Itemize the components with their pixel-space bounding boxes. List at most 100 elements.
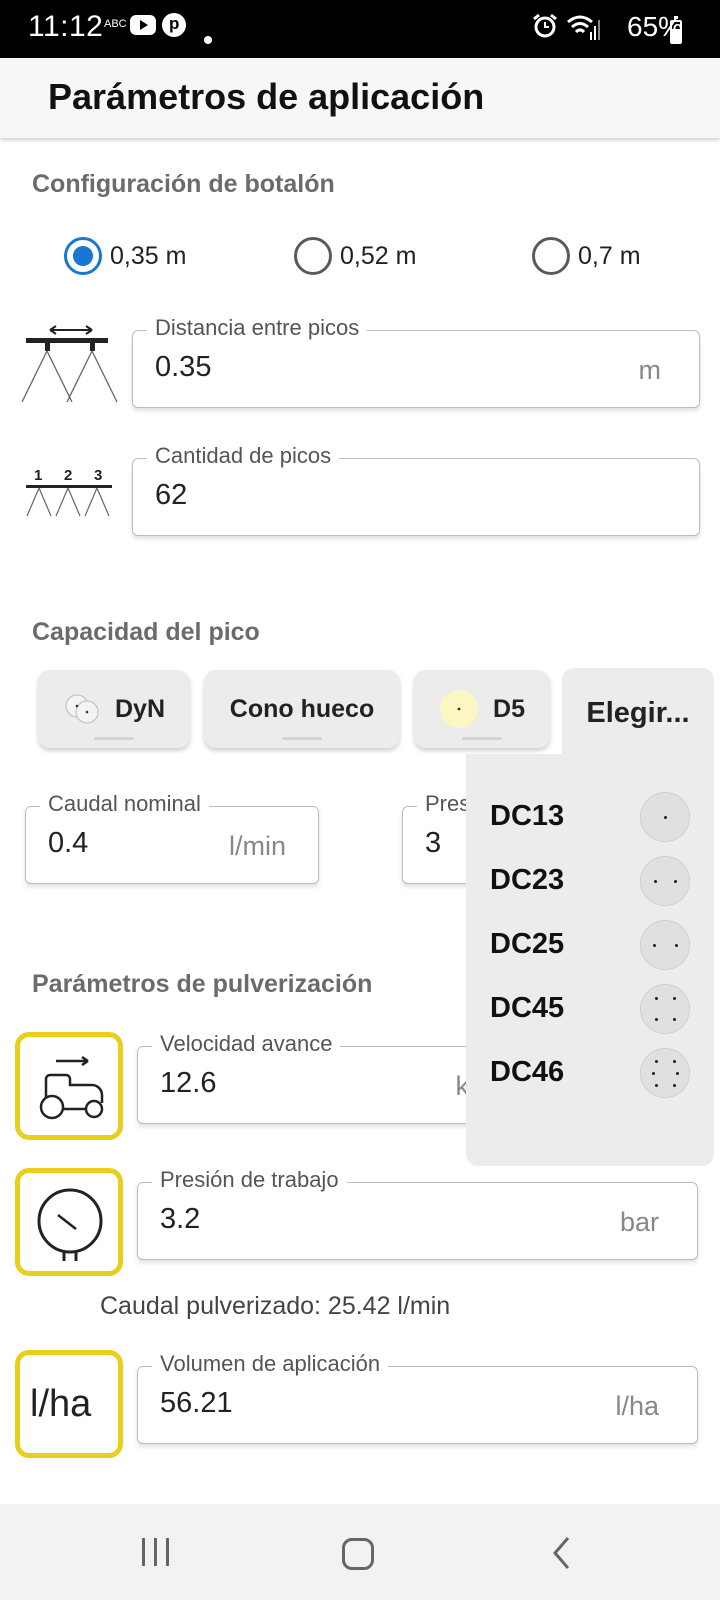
disc-icon (640, 920, 690, 970)
hole-dot (653, 944, 656, 947)
disc-icon (640, 792, 690, 842)
radio-label: 0,7 m (578, 241, 641, 270)
dropdown-item-label: DC46 (490, 1056, 565, 1088)
tractor-icon-button[interactable] (15, 1032, 123, 1140)
radio-button-checked[interactable] (64, 237, 102, 275)
chip-indicator (94, 737, 134, 740)
nozzle-number: 2 (64, 467, 72, 484)
section-title-spray: Parámetros de pulverización (32, 970, 373, 998)
field-unit: l/min (228, 831, 286, 861)
dropdown-item-dc25[interactable]: DC25 (490, 916, 690, 976)
pressure-gauge-icon (37, 1188, 103, 1261)
hole-dot (655, 997, 658, 1000)
radio-button[interactable] (294, 237, 332, 275)
field-value: 0.4 (48, 827, 89, 859)
disc-icon (640, 1048, 690, 1098)
volume-icon-button[interactable]: l/ha (15, 1350, 123, 1458)
hole-dot (673, 1018, 676, 1021)
hole-dot (655, 1060, 658, 1063)
hole-dot (654, 880, 657, 883)
notification-dot-icon (204, 36, 212, 44)
home-icon[interactable] (342, 1538, 374, 1570)
dropdown-item-label: DC45 (490, 992, 565, 1024)
nozzle-number: 1 (34, 467, 42, 484)
hole-dot (673, 1060, 676, 1063)
chip-indicator (282, 737, 322, 740)
radio-button[interactable] (532, 237, 570, 275)
status-time: 11:12 (28, 10, 104, 43)
field-value: 3.2 (160, 1203, 201, 1235)
field-value: 62 (155, 479, 188, 511)
hole-dot (673, 1084, 676, 1087)
chip-cono-hueco[interactable]: Cono hueco (204, 670, 400, 748)
chip-d5[interactable]: D5 (414, 670, 550, 748)
double-disc-icon (65, 694, 99, 724)
dropdown-item-dc46[interactable]: DC46 (490, 1044, 690, 1104)
dropdown-item-label: DC23 (490, 864, 565, 896)
chip-dyn[interactable]: DyN (38, 670, 190, 748)
disc-icon (640, 856, 690, 906)
hole-dot (674, 880, 677, 883)
dropdown-item-label: DC25 (490, 928, 565, 960)
disc-icon (640, 984, 690, 1034)
field-label: Volumen de aplicación (152, 1351, 389, 1377)
field-label: Caudal nominal (40, 791, 209, 817)
hole-dot (673, 997, 676, 1000)
section-title-nozzle: Capacidad del pico (32, 618, 260, 646)
system-nav-bar (0, 1504, 720, 1600)
nozzle-count-icon: 1 2 3 (26, 467, 112, 517)
field-unit: m (638, 355, 662, 385)
dropdown-item-dc13[interactable]: DC13 (490, 788, 690, 848)
field-unit: bar (619, 1207, 659, 1237)
dropdown-item-dc23[interactable]: DC23 (490, 852, 690, 912)
dropdown-item-label: DC13 (490, 800, 565, 832)
nozzle-spacing-field[interactable]: Distancia entre picos 0.35 m (132, 315, 700, 408)
alarm-icon (533, 13, 557, 38)
recents-bar (166, 1538, 169, 1566)
nozzle-count-field[interactable]: Cantidad de picos 62 (132, 443, 700, 536)
youtube-icon (130, 15, 156, 35)
pinterest-icon (162, 13, 186, 37)
hole-dot (675, 944, 678, 947)
pressure-icon-button[interactable] (15, 1168, 123, 1276)
nozzle-dropdown-menu: DC13 DC23 DC25 DC45 DC46 (466, 754, 714, 1166)
chip-label: Cono hueco (229, 694, 375, 723)
wifi-signal-icon (567, 15, 600, 40)
section-title-boom: Configuración de botalón (32, 170, 335, 198)
hole-dot (655, 1018, 658, 1021)
nominal-flow-field[interactable]: Caudal nominal 0.4 l/min (25, 791, 319, 884)
radio-option-035[interactable]: 0,35 m (64, 236, 186, 276)
field-value: 12.6 (160, 1067, 217, 1099)
back-icon[interactable] (552, 1536, 570, 1570)
field-label: Velocidad avance (152, 1031, 341, 1057)
dropdown-item-dc45[interactable]: DC45 (490, 980, 690, 1040)
volume-icon-text: l/ha (30, 1383, 92, 1425)
sprayed-flow-text: Caudal pulverizado: 25.42 l/min (100, 1292, 451, 1320)
radio-option-052[interactable]: 0,52 m (294, 236, 416, 276)
hole-dot (655, 1084, 658, 1087)
nozzle-spacing-icon (21, 325, 118, 403)
app-bar: Parámetros de aplicación (0, 58, 720, 138)
field-value: 56.21 (160, 1387, 233, 1419)
tractor-icon (39, 1055, 104, 1120)
hole-dot (664, 816, 667, 819)
application-volume-field[interactable]: Volumen de aplicación 56.21 l/ha (137, 1351, 698, 1444)
recents-icon[interactable] (142, 1538, 172, 1568)
hole-dot (652, 1072, 655, 1075)
chip-indicator (462, 737, 502, 740)
radio-label: 0,52 m (340, 241, 417, 270)
recents-bar (154, 1538, 157, 1566)
yellow-disc-icon (440, 690, 479, 728)
radio-option-07[interactable]: 0,7 m (532, 236, 641, 276)
recents-bar (142, 1538, 145, 1566)
chip-choose[interactable]: Elegir... (562, 668, 714, 758)
field-label: Presión de trabajo (152, 1167, 347, 1193)
chip-label: DyN (114, 694, 165, 723)
field-label: Cantidad de picos (147, 443, 340, 469)
page-title: Parámetros de aplicación (48, 76, 485, 117)
radio-label: 0,35 m (110, 241, 187, 270)
battery-icon (670, 16, 682, 44)
work-pressure-field[interactable]: Presión de trabajo 3.2 bar (137, 1167, 698, 1260)
field-value: 0.35 (155, 351, 212, 383)
field-unit: l/ha (615, 1391, 659, 1421)
